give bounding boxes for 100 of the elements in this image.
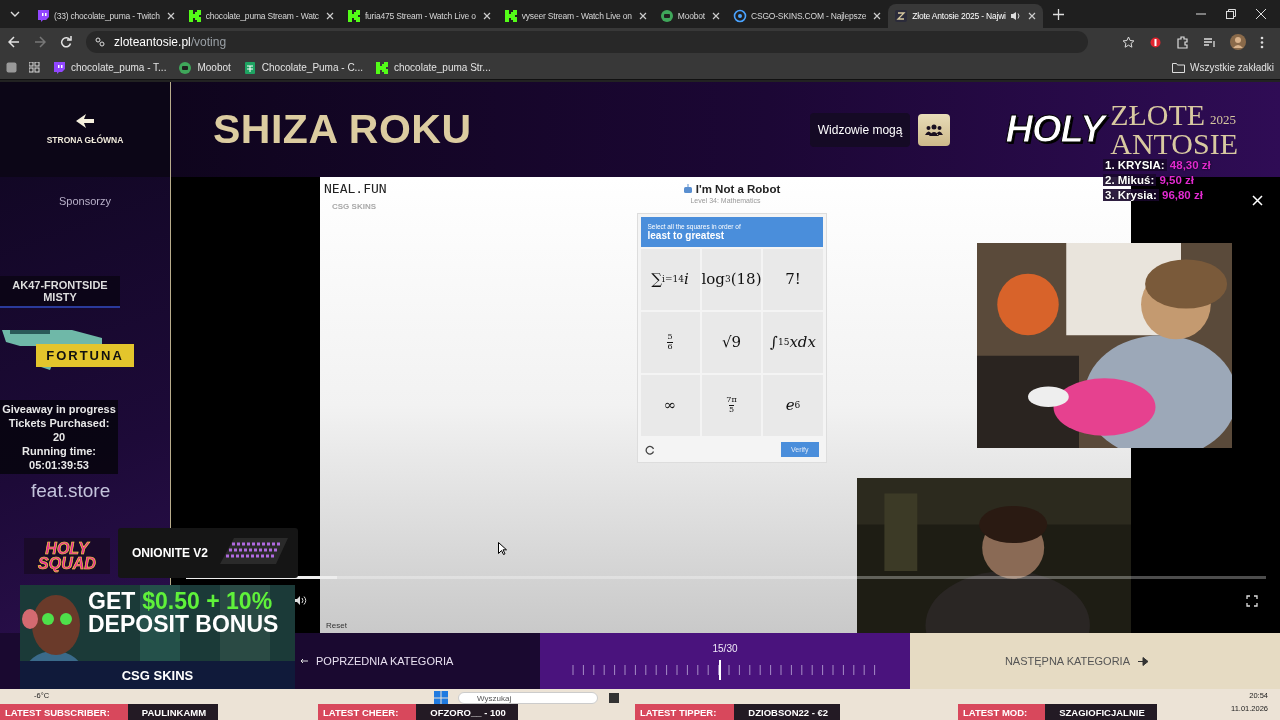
giveaway-text: 20 [52,430,66,444]
leaderboard-amount: 48,30 zł [1169,159,1211,171]
seek-bar[interactable] [186,576,1266,579]
sponsor-logo: FORTUNA [36,344,134,367]
bookmark[interactable]: Moobot [178,60,231,75]
browser-tab[interactable]: vyseer Stream - Watch Live on [497,4,654,28]
site-icon [894,9,909,23]
leaderboard-amount: 9,50 zł [1159,174,1194,186]
windows-icon[interactable] [434,691,449,705]
twitch-icon [52,60,66,75]
bookmark[interactable]: Chocolate_Puma - C... [242,60,363,75]
leaderboard-name: 1. KRYSIA: [1103,159,1167,171]
kick-icon [346,9,361,23]
ad-title: ONIONITE V2 [132,546,208,560]
task-view-icon[interactable] [608,692,621,704]
math-tile[interactable]: √9 [701,312,762,373]
puzzle-icon[interactable] [1176,35,1189,49]
reset-link[interactable]: Reset [326,621,347,630]
star-icon[interactable] [1122,35,1135,49]
browser-tab[interactable]: CSGO-SKINS.COM - Najlepsze [727,4,889,28]
ad-brand: CSG SKINS [20,661,295,689]
math-tile[interactable]: e$^{6}$ [763,375,823,436]
giveaway-text: Running time: [22,444,96,458]
bookmark[interactable]: chocolate_puma Str... [374,60,491,75]
apps-icon[interactable] [29,62,40,73]
avatar-icon[interactable] [1230,34,1246,50]
logo-year: 2025 [1209,114,1238,130]
prize-label: AK47-FRONTSIDE MISTY [0,276,120,308]
giveaway-text: 05:01:39:53 [29,458,89,472]
refresh-icon[interactable] [644,444,655,455]
site-logo: NEAL.FUN [324,181,387,196]
leaderboard-name: 2. Mikuś: [1103,174,1157,186]
people-icon [925,123,944,136]
alert-value: SZAGIOFICJALNIE [1045,704,1157,720]
kick-icon [503,9,518,23]
next-category-link[interactable]: NASTĘPNA KATEGORIA [998,654,1155,668]
arrow-icon [75,114,95,128]
math-tile[interactable]: 5 6 [640,312,700,373]
fullscreen-icon[interactable] [1246,595,1258,607]
bookmark[interactable]: Wszystkie zakładki [1172,62,1274,73]
arrow-icon [300,658,308,664]
new-tab-icon[interactable] [1052,8,1064,20]
back-icon[interactable] [8,36,20,48]
forward-icon[interactable] [34,36,46,48]
category-counter: 15/30 [712,643,738,654]
giveaway-text: Giveaway in progress [2,402,116,416]
math-tile[interactable]: 7! [763,249,823,310]
browser-tab[interactable]: chocolate_puma Stream - Watc [181,4,341,28]
alert-label: LATEST CHEER: [318,704,417,720]
team-logo: HOLY SQUAD [24,538,110,574]
extension-icon[interactable] [1149,35,1162,49]
arrow-icon [1138,656,1149,666]
twitch-icon [36,9,50,23]
robot-icon [178,60,193,75]
slider-marker[interactable] [718,660,721,680]
previous-category-link[interactable]: POPRZEDNIA KATEGORIA [294,654,460,668]
browser-tab[interactable]: (33) chocolate_puma - Twitch [30,4,182,28]
alert-label: LATEST SUBSCRIBER: [0,704,128,720]
restore-icon[interactable] [1226,9,1236,19]
browser-tab[interactable]: Moobot [653,4,727,28]
math-tile[interactable]: 7π 5 [701,375,762,436]
captcha-title: I'm Not a Robot [695,183,781,195]
watermark: CSG SKINS [332,202,376,211]
sidebar-title: Sponsorzy [59,195,111,207]
alert-label: LATEST TIPPER: [635,704,735,720]
search-field[interactable]: Wyszukaj [458,692,599,704]
close-icon[interactable] [1256,9,1266,19]
speaker-icon [1009,11,1021,21]
group-button[interactable] [918,113,951,146]
sponsor-logo: feat.store [31,480,111,502]
kick-icon [374,60,389,75]
alert-value: PAULINKAMM [127,704,219,720]
math-tile[interactable]: ∞ [640,375,700,436]
robot-icon [659,9,674,23]
logo-text: ZŁOTE [1110,101,1207,130]
viewers-button[interactable]: Widzowie mogą [809,112,911,147]
category-slider[interactable] [572,660,878,680]
media-icon[interactable] [1203,35,1216,49]
browser-tab[interactable]: Złote Antosie 2025 - Najwi [888,4,1043,28]
target-icon [733,9,747,23]
browser-tab[interactable]: furia475 Stream - Watch Live o [340,4,498,28]
ad-headline: $0.50 + 10% [142,589,273,613]
menu-icon[interactable] [1260,35,1264,49]
folder-icon [1172,62,1186,73]
alert-value: OFZORO__ - 100 [416,704,518,720]
chevron-down-icon[interactable] [10,11,20,17]
alert-label: LATEST MOD: [958,704,1046,720]
tab-icon[interactable] [6,62,17,73]
bookmark[interactable]: chocolate_puma - T... [52,60,167,75]
page-title: SHIZA ROKU [213,106,472,153]
ad-headline: DEPOSIT BONUS [88,612,279,636]
leaderboard-name: 3. Krysia: [1103,189,1159,201]
volume-icon[interactable] [294,595,307,606]
address-bar[interactable]: zloteantosie.pl/voting [86,31,1088,53]
spreadsheet-icon [242,60,257,75]
leaderboard-amount: 96,80 zł [1162,189,1203,201]
robot-icon [682,184,693,194]
alert-value: DZIOBSON22 - €2 [734,704,841,720]
reload-icon[interactable] [60,36,72,48]
ad-headline: GET [88,589,136,613]
